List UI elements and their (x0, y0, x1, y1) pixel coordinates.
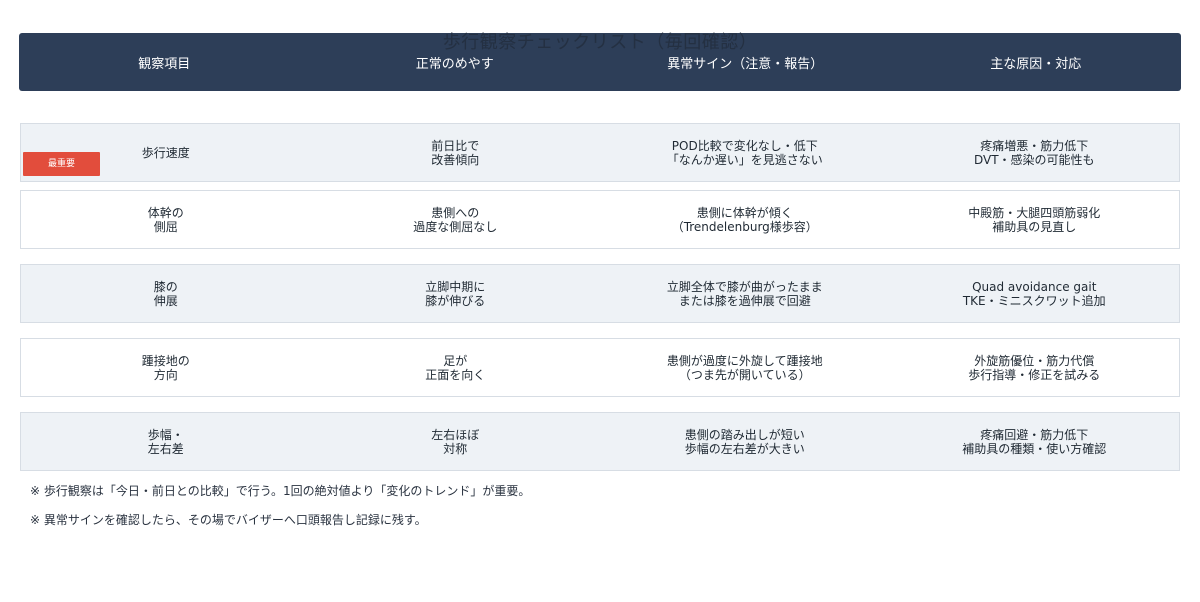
header-normal-guide: 正常のめやす (415, 56, 494, 72)
cell-cause: 中殿筋・大腿四頭筋弱化 補助具の見直し (968, 205, 1101, 234)
cell-item: 歩幅・ 左右差 (147, 427, 184, 456)
footnote-trend: ※ 歩行観察は「今日・前日との比較」で行う。1回の絶対値より「変化のトレンド」が… (30, 484, 531, 498)
cell-abnormal: 患側に体幹が傾く （Trendelenburg様歩容） (671, 205, 818, 234)
header-cause-response: 主な原因・対応 (990, 56, 1082, 72)
table-row: 最重要 歩行速度 前日比で 改善傾向 POD比較で変化なし・低下 「なんか遅い」… (20, 123, 1180, 182)
table-row: 膝の 伸展 立脚中期に 膝が伸びる 立脚全体で膝が曲がったまま または膝を過伸展… (20, 264, 1180, 323)
cell-abnormal: 患側が過度に外旋して踵接地 （つま先が開いている） (666, 353, 823, 382)
footnote-report: ※ 異常サインを確認したら、その場でバイザーへ口頭報告し記録に残す。 (30, 513, 427, 527)
cell-abnormal: 立脚全体で膝が曲がったまま または膝を過伸展で回避 (666, 279, 823, 308)
cell-normal: 立脚中期に 膝が伸びる (425, 279, 486, 308)
checklist-page: 観察項目 正常のめやす 異常サイン（注意・報告） 主な原因・対応 歩行観察チェッ… (0, 0, 1200, 602)
cell-abnormal: POD比較で変化なし・低下 「なんか遅い」を見逃さない (666, 138, 823, 167)
checklist-table: 最重要 歩行速度 前日比で 改善傾向 POD比較で変化なし・低下 「なんか遅い」… (20, 123, 1180, 486)
table-row: 歩幅・ 左右差 左右ほぼ 対称 患側の踏み出しが短い 歩幅の左右差が大きい 疼痛… (20, 412, 1180, 471)
cell-abnormal: 患側の踏み出しが短い 歩幅の左右差が大きい (684, 427, 805, 456)
header-observation-item: 観察項目 (138, 56, 191, 72)
cell-cause: 疼痛回避・筋力低下 補助具の種類・使い方確認 (962, 427, 1107, 456)
cell-cause: 疼痛増悪・筋力低下 DVT・感染の可能性も (973, 138, 1095, 167)
table-row: 踵接地の 方向 足が 正面を向く 患側が過度に外旋して踵接地 （つま先が開いてい… (20, 338, 1180, 397)
page-title: 歩行観察チェックリスト（毎回確認） (442, 32, 758, 53)
footnotes: ※ 歩行観察は「今日・前日との比較」で行う。1回の絶対値より「変化のトレンド」が… (30, 484, 530, 542)
cell-cause: Quad avoidance gait TKE・ミニスクワット追加 (962, 279, 1106, 308)
table-row: 体幹の 側屈 患側への 過度な側屈なし 患側に体幹が傾く （Trendelenb… (20, 190, 1180, 249)
cell-normal: 足が 正面を向く (425, 353, 486, 382)
cell-item: 膝の 伸展 (153, 279, 178, 308)
cell-normal: 左右ほぼ 対称 (431, 427, 480, 456)
priority-badge: 最重要 (23, 152, 100, 176)
cell-item: 踵接地の 方向 (141, 353, 190, 382)
cell-normal: 前日比で 改善傾向 (431, 138, 480, 167)
cell-item: 体幹の 側屈 (147, 205, 184, 234)
header-abnormal-sign: 異常サイン（注意・報告） (667, 56, 824, 72)
cell-cause: 外旋筋優位・筋力代償 歩行指導・修正を試みる (968, 353, 1101, 382)
cell-normal: 患側への 過度な側屈なし (413, 205, 498, 234)
